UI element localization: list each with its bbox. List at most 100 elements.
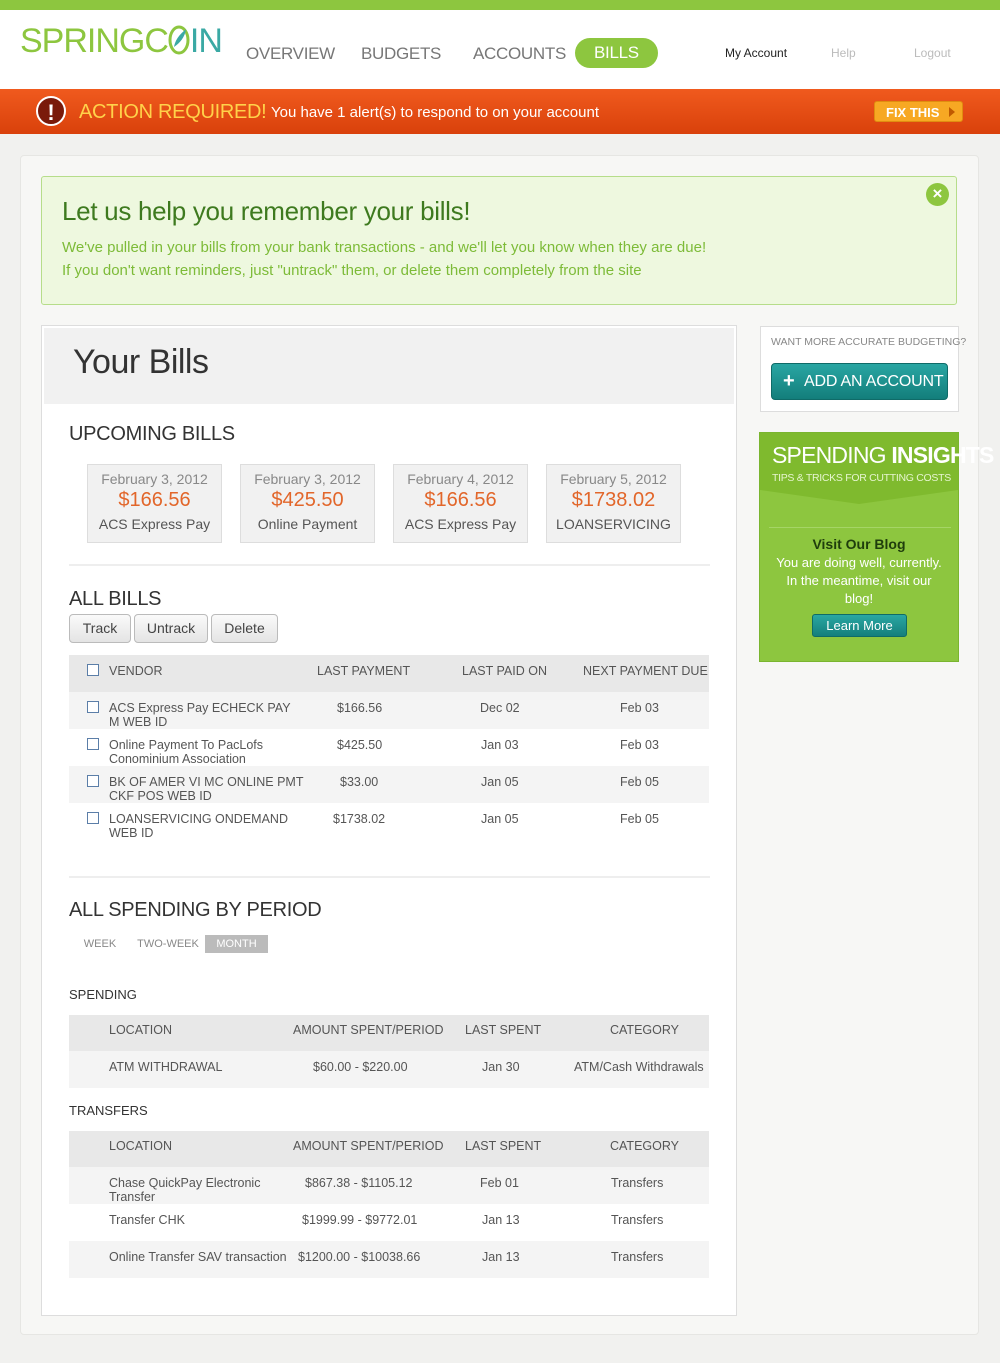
location-cell: Online Transfer SAV transaction [109,1250,287,1264]
upcoming-bill-card[interactable]: February 5, 2012 $1738.02 LOANSERVICING [546,464,681,543]
vendor-line: ACS Express Pay ECHECK PAY [109,701,291,715]
category-cell: Transfers [611,1250,664,1264]
upcoming-bill-card[interactable]: February 3, 2012 $425.50 Online Payment [240,464,375,543]
last-spent-cell: Feb 01 [480,1176,519,1190]
row-checkbox[interactable] [87,812,99,824]
alert-exclamation-icon: ! [36,96,66,126]
plus-icon: + [783,370,795,392]
leaf-logo-icon [168,25,190,55]
top-accent-bar [0,0,1000,10]
bill-vendor: ACS Express Pay [404,516,517,532]
alert-message: You have 1 alert(s) to respond to on you… [271,104,599,121]
select-all-checkbox[interactable] [87,664,99,676]
column-location[interactable]: LOCATION [109,1139,172,1153]
column-last-spent[interactable]: LAST SPENT [465,1139,541,1153]
insights-title: SPENDING INSIGHTS [772,442,994,469]
vendor-line: Conominium Association [109,752,246,766]
page-title: Your Bills [73,343,209,381]
column-next-payment-due[interactable]: NEXT PAYMENT DUE [583,664,708,678]
period-two-week-tab[interactable]: TWO-WEEK [134,935,202,953]
vendor-cell: Online Payment To PacLofs Conominium Asso… [109,738,263,766]
column-vendor[interactable]: VENDOR [109,664,162,678]
info-line-2: If you don't want reminders, just "untra… [62,262,642,279]
last-paid-on-cell: Jan 05 [481,775,519,789]
bill-vendor: LOANSERVICING [556,516,671,532]
row-checkbox[interactable] [87,775,99,787]
add-account-button[interactable]: + ADD AN ACCOUNT [771,363,948,400]
amount-cell: $60.00 - $220.00 [313,1060,408,1074]
amount-cell: $1999.99 - $9772.01 [302,1213,418,1227]
location-line: Chase QuickPay Electronic [109,1176,261,1190]
row-checkbox[interactable] [87,738,99,750]
bill-amount: $425.50 [271,489,344,511]
logo-suffix: IN [189,22,223,60]
bill-date: February 4, 2012 [407,471,514,487]
delete-button[interactable]: Delete [211,614,278,643]
vendor-line: CKF POS WEB ID [109,789,212,803]
column-location[interactable]: LOCATION [109,1023,172,1037]
logo-prefix: SPRINGC [20,22,169,60]
bill-vendor: Online Payment [257,516,358,532]
budgeting-prompt: WANT MORE ACCURATE BUDGETING? [771,336,967,348]
column-last-spent[interactable]: LAST SPENT [465,1023,541,1037]
logo[interactable]: SPRINGC IN [20,22,223,61]
column-category[interactable]: CATEGORY [610,1139,679,1153]
info-line-1: We've pulled in your bills from your ban… [62,239,707,256]
add-account-label: ADD AN ACCOUNT [804,373,944,390]
vendor-line: M WEB ID [109,715,168,729]
blog-title: Visit Our Blog [812,536,906,552]
insights-divider [769,527,951,528]
transfers-label: TRANSFERS [69,1103,148,1118]
fix-this-label: FIX THIS [886,105,940,120]
column-last-payment[interactable]: LAST PAYMENT [317,664,410,678]
all-bills-title: ALL BILLS [69,588,162,610]
nav-budgets[interactable]: BUDGETS [361,44,441,64]
logout-link[interactable]: Logout [914,46,951,60]
amount-cell: $867.38 - $1105.12 [305,1176,413,1190]
bill-amount: $166.56 [118,489,191,511]
bill-date: February 3, 2012 [254,471,361,487]
next-due-cell: Feb 03 [620,701,659,715]
vendor-line: Online Payment To PacLofs [109,738,264,752]
period-month-tab[interactable]: MONTH [205,935,268,953]
last-paid-on-cell: Jan 05 [481,812,519,826]
nav-accounts[interactable]: ACCOUNTS [473,44,566,64]
help-link[interactable]: Help [831,46,856,60]
location-cell: Chase QuickPay Electronic Transfer [109,1176,260,1204]
section-divider [69,564,710,566]
next-due-cell: Feb 05 [620,775,659,789]
column-last-paid-on[interactable]: LAST PAID ON [462,664,547,678]
track-button[interactable]: Track [69,614,131,643]
row-checkbox[interactable] [87,701,99,713]
close-icon[interactable]: × [926,183,949,206]
bill-amount: $166.56 [424,489,497,511]
last-payment-cell: $1738.02 [333,812,386,826]
insights-title-bold: INSIGHTS [891,442,994,468]
column-amount[interactable]: AMOUNT SPENT/PERIOD [293,1023,443,1037]
column-amount[interactable]: AMOUNT SPENT/PERIOD [293,1139,443,1153]
learn-more-button[interactable]: Learn More [812,614,907,637]
upcoming-bill-card[interactable]: February 4, 2012 $166.56 ACS Express Pay [393,464,528,543]
amount-cell: $1200.00 - $10038.66 [298,1250,421,1264]
section-divider [69,876,710,878]
column-category[interactable]: CATEGORY [610,1023,679,1037]
category-cell: ATM/Cash Withdrawals [574,1060,704,1074]
untrack-button[interactable]: Untrack [134,614,208,643]
vendor-cell: ACS Express Pay ECHECK PAY M WEB ID [109,701,291,729]
location-cell: Transfer CHK [109,1213,185,1227]
vendor-line: LOANSERVICING ONDEMAND [109,812,288,826]
next-due-cell: Feb 03 [620,738,659,752]
nav-bills[interactable]: BILLS [575,38,658,68]
blog-text: You are doing well, currently. In the me… [776,555,942,606]
vendor-line: WEB ID [109,826,154,840]
period-week-tab[interactable]: WEEK [79,935,121,953]
upcoming-bill-card[interactable]: February 3, 2012 $166.56 ACS Express Pay [87,464,222,543]
nav-overview[interactable]: OVERVIEW [246,44,335,64]
fix-this-button[interactable]: FIX THIS [874,101,963,122]
bill-vendor: ACS Express Pay [98,516,211,532]
vendor-cell: LOANSERVICING ONDEMAND WEB ID [109,812,288,840]
last-spent-cell: Jan 13 [482,1213,520,1227]
my-account-link[interactable]: My Account [725,46,787,60]
vendor-cell: BK OF AMER VI MC ONLINE PMT CKF POS WEB I… [109,775,303,803]
last-spent-cell: Jan 30 [482,1060,520,1074]
